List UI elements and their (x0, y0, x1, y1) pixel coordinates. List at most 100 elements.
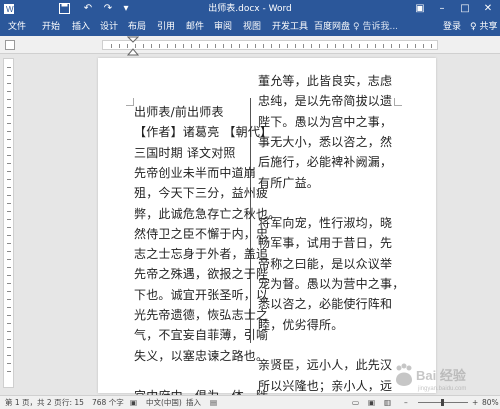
text-line[interactable]: 三国时期 译文对照 (134, 143, 236, 163)
ruler-tick (7, 123, 11, 124)
ruler-tick (7, 347, 11, 348)
tab-selector-icon[interactable] (5, 40, 15, 50)
ruler-tick (303, 44, 304, 48)
text-line[interactable]: 悉以咨之，必能使行阵和 (258, 294, 392, 314)
tab-review[interactable]: 审阅 (214, 21, 232, 33)
tab-references[interactable]: 引用 (157, 21, 175, 33)
text-line[interactable]: 殂，今天下三分，益州疲 (134, 183, 268, 203)
zoom-in-icon[interactable]: + (472, 396, 478, 409)
text-line[interactable]: 志之士忘身于外者，盖追 (134, 244, 268, 264)
language-indicator[interactable]: 中文(中国) (146, 396, 182, 409)
ruler-tick (7, 219, 11, 220)
text-line[interactable]: 后施行，必能裨补阙漏， (258, 152, 392, 172)
text-line[interactable]: 有所广益。 (258, 173, 319, 193)
zoom-out-icon[interactable]: – (404, 396, 408, 409)
tell-me-search[interactable]: ♀ 告诉我... (353, 21, 398, 33)
document-page[interactable]: ↵ 出师表/前出师表 【作者】诸葛亮 【朝代】 三国时期 译文对照 先帝创业未半而中道… (98, 58, 436, 403)
hanging-indent-marker[interactable] (127, 47, 139, 57)
tab-developer[interactable]: 开发工具 (272, 21, 308, 33)
tab-file[interactable]: 文件 (8, 21, 26, 33)
ruler-tick (7, 203, 11, 204)
ruler-tick (7, 243, 11, 244)
ruler-tick (191, 44, 192, 48)
text-line[interactable]: 【作者】诸葛亮 【朝代】 (134, 122, 272, 142)
ruler-tick (415, 44, 416, 48)
close-button[interactable]: ✕ (478, 2, 498, 16)
text-line[interactable]: 然侍卫之臣不懈于内，忠 (134, 224, 268, 244)
ruler-tick (391, 44, 392, 48)
text-line[interactable]: 睦，优劣得所。 (258, 315, 343, 335)
insert-mode[interactable]: 插入 (186, 396, 201, 409)
text-line[interactable]: 光先帝遗德，恢弘志士之 (134, 305, 268, 325)
ruler-tick (7, 235, 11, 236)
watermark-url: jingyan.baidu.com (417, 386, 466, 392)
vertical-ruler[interactable] (3, 58, 14, 388)
text-line[interactable]: 陛下。愚以为宫中之事， (258, 112, 392, 132)
line-indicator[interactable]: 行: 15 (62, 396, 84, 409)
text-line[interactable]: 帝称之曰能，是以众议举 (258, 254, 392, 274)
margin-corner (126, 98, 134, 106)
word-count[interactable]: 768 个字 (92, 396, 124, 409)
web-layout-icon[interactable]: ▥ (384, 396, 391, 409)
ruler-tick (7, 355, 11, 356)
ruler-tick (7, 307, 11, 308)
tab-baidu-netdisk[interactable]: 百度网盘 (314, 21, 350, 33)
ruler-tick (271, 44, 272, 48)
horizontal-ruler[interactable] (102, 40, 438, 50)
ruler-tick (167, 44, 168, 48)
zoom-level[interactable]: 80% (482, 396, 499, 409)
ruler-tick (183, 44, 184, 48)
share-button[interactable]: ♀ 共享 (470, 21, 497, 33)
text-line[interactable]: 将军向宠，性行淑均，晓 (258, 213, 392, 233)
text-line[interactable]: 忠纯，是以先帝简拔以遗 (258, 91, 392, 111)
macro-icon[interactable]: ▤ (210, 396, 217, 409)
ruler-tick (199, 44, 200, 48)
text-line[interactable]: 所以兴隆也；亲小人，远 (258, 376, 392, 396)
ruler-tick (7, 83, 11, 84)
ruler-tick (287, 44, 288, 48)
tab-layout[interactable]: 布局 (128, 21, 146, 33)
ruler-tick (7, 75, 11, 76)
text-line[interactable]: 畅军事，试用于昔日，先 (258, 233, 392, 253)
ruler-tick (223, 44, 224, 48)
ruler-tick (327, 44, 328, 48)
ruler-tick (111, 44, 112, 48)
text-line[interactable]: 先帝之殊遇，欲报之于陛 (134, 264, 268, 284)
text-line[interactable]: 董允等，此皆良实，志虑 (258, 71, 392, 91)
tab-home[interactable]: 开始 (42, 21, 60, 33)
text-line[interactable]: 先帝创业未半而中道崩 (134, 163, 256, 183)
text-line[interactable]: 事无大小，悉以咨之，然 (258, 132, 392, 152)
zoom-slider-thumb[interactable] (441, 399, 444, 406)
restore-button[interactable]: □ (455, 2, 475, 16)
print-layout-icon[interactable]: ▣ (368, 396, 375, 409)
text-line[interactable]: 亲贤臣，远小人，此先汉 (258, 355, 392, 375)
ruler-tick (7, 331, 11, 332)
ruler-tick (263, 44, 264, 48)
ruler-tick (7, 187, 11, 188)
tab-design[interactable]: 设计 (100, 21, 118, 33)
status-bar: 第 1 页，共 2 页 行: 15 768 个字 ▣ 中文(中国) 插入 ▤ ▭… (0, 395, 500, 409)
ruler-tick (375, 44, 376, 48)
text-line[interactable]: 下也。诚宜开张圣听，以 (134, 285, 268, 305)
ruler-tick (335, 44, 336, 48)
proofing-icon[interactable]: ▣ (130, 396, 137, 409)
read-mode-icon[interactable]: ▭ (352, 396, 359, 409)
ruler-tick (7, 371, 11, 372)
minimize-button[interactable]: – (432, 2, 452, 16)
tab-insert[interactable]: 插入 (72, 21, 90, 33)
tab-mailings[interactable]: 邮件 (186, 21, 204, 33)
text-line[interactable]: 失义，以塞忠谏之路也。 (134, 346, 268, 366)
text-line[interactable]: 气，不宜妄自菲薄，引喻 (134, 325, 268, 345)
text-line[interactable]: 宠为督。愚以为营中之事， (258, 274, 404, 294)
ruler-tick (7, 107, 11, 108)
tab-view[interactable]: 视图 (243, 21, 261, 33)
ruler-tick (7, 147, 11, 148)
page-indicator[interactable]: 第 1 页，共 2 页 (5, 396, 62, 409)
ruler-tick (407, 44, 408, 48)
ruler-tick (295, 44, 296, 48)
text-line[interactable]: 出师表/前出师表 (134, 102, 224, 122)
ruler-tick (7, 91, 11, 92)
login-link[interactable]: 登录 (443, 21, 461, 33)
ribbon-tabs: 文件 开始 插入 设计 布局 引用 邮件 审阅 视图 开发工具 百度网盘 ♀ 告… (0, 18, 500, 36)
ribbon-display-icon[interactable]: ▣ (410, 2, 430, 16)
